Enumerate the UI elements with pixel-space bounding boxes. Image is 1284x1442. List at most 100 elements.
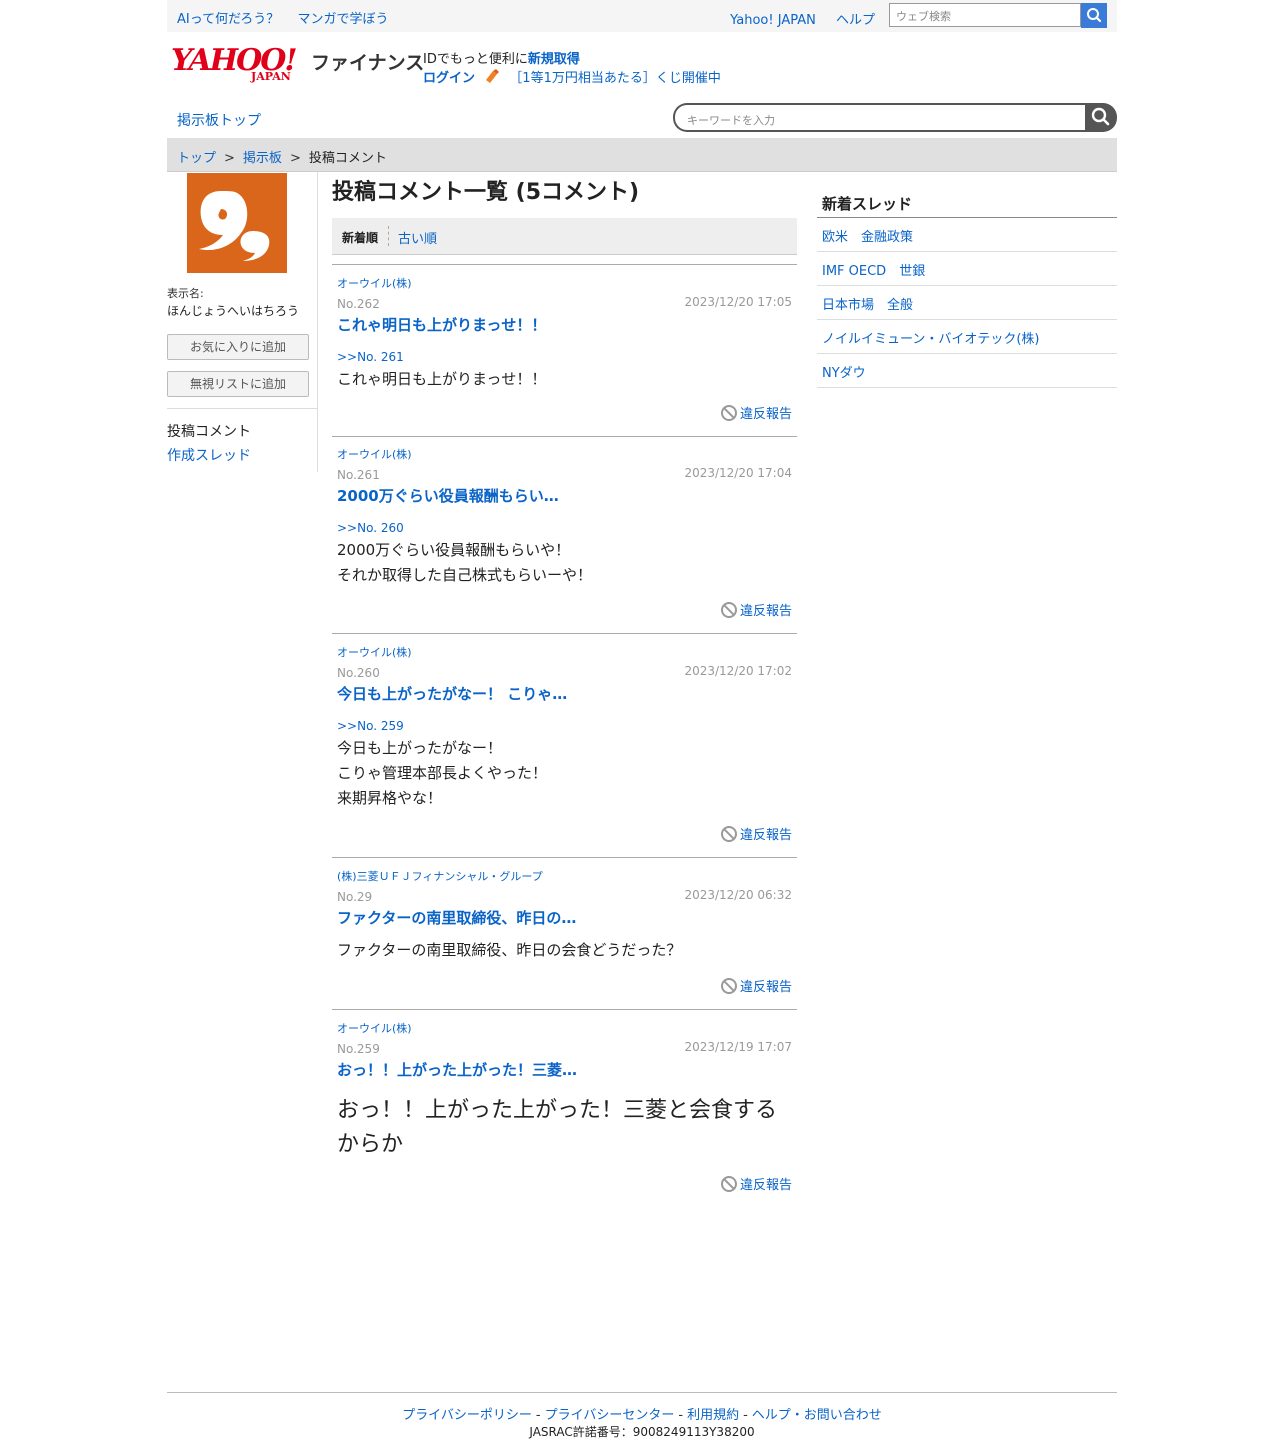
post-company[interactable]: オーウイル(株) [337,644,412,660]
ban-icon [720,602,737,618]
post-title[interactable]: ファクターの南里取締役、昨日の… [337,907,576,928]
footer-terms[interactable]: 利用規約 [687,1408,739,1423]
sort-oldest-tab[interactable]: 古い順 [398,228,437,247]
post-item: オーウイル(株) No.262 2023/12/20 17:05 これゃ明日も上… [332,264,797,437]
header: YAHOO! JAPAN ファイナンス IDでもっと便利に新規取得 ログイン ［… [167,42,1117,92]
post-reply-to[interactable]: >>No. 261 [337,350,404,364]
avatar [187,173,287,273]
divider [167,408,317,409]
report-button[interactable]: 違反報告 [720,976,792,995]
breadcrumb-board[interactable]: 掲示板 [243,151,282,166]
post-body-line: 来期昇格やな！ [337,789,443,807]
finance-brand[interactable]: ファイナンス [311,48,424,75]
breadcrumb-top[interactable]: トップ [177,151,216,166]
top-right-links: Yahoo! JAPAN ヘルプ [714,9,875,28]
post-time: 2023/12/20 06:32 [684,888,792,902]
link-what-is-ai[interactable]: AIって何だろう？ [177,12,279,27]
post-time: 2023/12/20 17:05 [684,295,792,309]
lottery-link[interactable]: ［1等1万円相当あたる］くじ開催中 [509,71,721,86]
top-left-links: AIって何だろう？ マンガで学ぼう [177,8,402,27]
post-number: No.29 [337,890,373,904]
web-search-button[interactable] [1081,3,1107,28]
post-body-line: 2000万ぐらい役員報酬もらいや！ [337,541,571,559]
report-label: 違反報告 [739,1178,792,1193]
post-item: オーウイル(株) No.261 2023/12/20 17:04 2000万ぐら… [332,436,797,634]
post-title[interactable]: これゃ明日も上がりまっせ！！ [337,314,546,335]
post-item: オーウイル(株) No.259 2023/12/19 17:07 おっ！！上がっ… [332,1010,797,1200]
thread-item-label[interactable]: NYダウ [822,362,866,381]
post-item: オーウイル(株) No.260 2023/12/20 17:02 今日も上がった… [332,634,797,858]
display-name: ほんじょうへいはちろう [167,304,300,318]
keyword-search-input[interactable]: キーワードを入力 [673,103,1087,132]
post-item: (株)三菱ＵＦＪフィナンシャル・グループ No.29 2023/12/20 06… [332,858,797,1010]
thread-item-label[interactable]: IMF OECD 世銀 [822,260,925,279]
thread-item[interactable]: NYダウ [817,354,1117,388]
link-manga-learn[interactable]: マンガで学ぼう [297,12,388,27]
search-icon [1087,8,1102,23]
post-title[interactable]: 今日も上がったがなー！ こりゃ… [337,683,567,704]
thread-item[interactable]: IMF OECD 世銀 [817,252,1117,286]
link-yahoo-japan[interactable]: Yahoo! JAPAN [730,13,816,28]
add-ignore-button[interactable]: 無視リストに追加 [167,371,309,397]
report-label: 違反報告 [739,828,792,843]
thread-item-label[interactable]: ノイルイミューン・バイオテック(株) [822,328,1040,347]
report-button[interactable]: 違反報告 [720,1174,792,1193]
post-company[interactable]: オーウイル(株) [337,446,412,462]
footer-sep: - [535,1408,541,1423]
post-body-line: ファクターの南里取締役、昨日の会食どうだった？ [337,941,682,959]
report-button[interactable]: 違反報告 [720,824,792,843]
top-bar: AIって何だろう？ マンガで学ぼう Yahoo! JAPAN ヘルプ ウェブ検索 [167,0,1117,32]
footer-privacy-center[interactable]: プライバシーセンター [545,1408,675,1423]
sort-newest-tab[interactable]: 新着順 [342,229,378,246]
footer-sep: - [678,1408,684,1423]
bbs-top-link[interactable]: 掲示板トップ [177,110,261,130]
display-name-label: 表示名: [167,287,204,300]
post-title[interactable]: 2000万ぐらい役員報酬もらい… [337,485,559,506]
report-label: 違反報告 [739,980,792,995]
thread-item[interactable]: 日本市場 全般 [817,286,1117,320]
report-button[interactable]: 違反報告 [720,600,792,619]
post-reply-to[interactable]: >>No. 259 [337,719,404,733]
post-body-line: おっ！！上がった上がった！三菱と会食する [337,1098,778,1123]
report-label: 違反報告 [739,604,792,619]
post-title[interactable]: おっ！！上がった上がった！三菱… [337,1059,577,1080]
thread-item[interactable]: ノイルイミューン・バイオテック(株) [817,320,1117,354]
nav-created-threads[interactable]: 作成スレッド [167,445,251,465]
user-avatar-icon [199,191,270,261]
post-reply-to[interactable]: >>No. 260 [337,521,404,535]
thread-item-label[interactable]: 日本市場 全般 [822,294,913,313]
post-body-line: これゃ明日も上がりまっせ！！ [337,370,547,388]
ban-icon [720,1176,737,1192]
post-time: 2023/12/20 17:02 [684,664,792,678]
ban-icon [720,405,737,421]
post-company[interactable]: (株)三菱ＵＦＪフィナンシャル・グループ [337,868,543,884]
link-help[interactable]: ヘルプ [836,13,875,28]
footer-privacy-policy[interactable]: プライバシーポリシー [402,1408,532,1423]
web-search-input[interactable]: ウェブ検索 [889,3,1081,27]
login-line: ログイン ［1等1万円相当あたる］くじ開催中 [423,67,721,86]
breadcrumb-separator: > [224,151,235,166]
post-body: おっ！！上がった上がった！三菱と会食する からか [337,1094,777,1162]
register-link[interactable]: 新規取得 [528,52,580,67]
search-icon [1091,107,1110,126]
post-body: 今日も上がったがなー！ こりゃ管理本部長よくやった！ 来期昇格やな！ [337,736,547,811]
post-body: ファクターの南里取締役、昨日の会食どうだった？ [337,938,681,963]
post-company[interactable]: オーウイル(株) [337,275,412,291]
post-body-line: こりゃ管理本部長よくやった！ [337,764,548,782]
post-company[interactable]: オーウイル(株) [337,1020,412,1036]
post-number: No.261 [337,468,380,482]
footer-help-contact[interactable]: ヘルプ・お問い合わせ [752,1408,882,1423]
post-time: 2023/12/20 17:04 [684,466,792,480]
post-body: これゃ明日も上がりまっせ！！ [337,367,546,392]
add-favorite-button[interactable]: お気に入りに追加 [167,334,309,360]
login-link[interactable]: ログイン [423,71,475,86]
ban-icon [720,826,737,842]
yahoo-japan-logo[interactable]: YAHOO! JAPAN [171,46,311,84]
keyword-search-button[interactable] [1085,103,1117,132]
thread-item-label[interactable]: 欧米 金融政策 [822,226,913,245]
nav-posted-comments[interactable]: 投稿コメント [167,421,251,441]
report-button[interactable]: 違反報告 [720,403,792,422]
jasrac-license: JASRAC許諾番号：9008249113Y38200 [529,1425,755,1439]
footer: プライバシーポリシー - プライバシーセンター - 利用規約 - ヘルプ・お問い合わせ JA… [167,1392,1117,1439]
thread-item[interactable]: 欧米 金融政策 [817,218,1117,252]
